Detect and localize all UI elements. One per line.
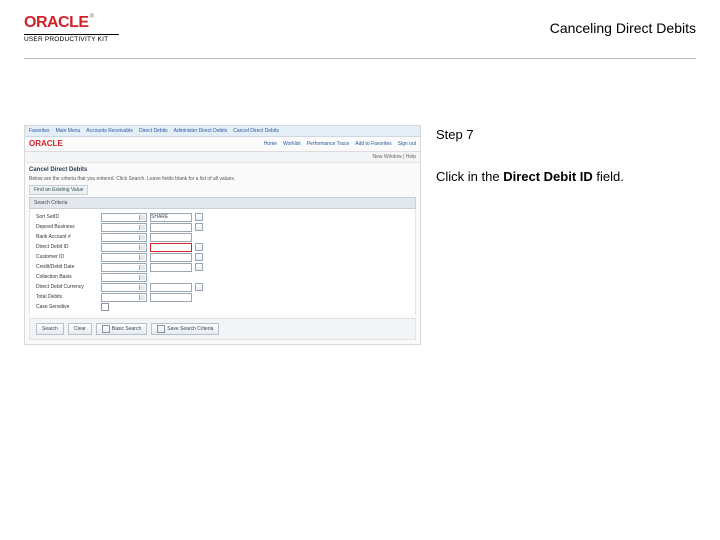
app-page-subtitle: Below are the criteria that you entered.… <box>25 176 420 185</box>
form-row: Credit/Debit Date <box>36 263 409 272</box>
field-label: Credit/Debit Date <box>36 264 98 270</box>
step-label: Step 7 <box>436 125 696 145</box>
nav-item: Favorites <box>29 128 50 134</box>
panel-header: Search Criteria <box>29 197 416 209</box>
logo-trademark: ® <box>90 14 94 20</box>
brand-link: Performance Trace <box>307 141 350 147</box>
nav-item: Direct Debits <box>139 128 168 134</box>
form-row: Total Debits <box>36 293 409 302</box>
operator-select[interactable] <box>101 293 147 302</box>
value-input[interactable] <box>150 293 192 302</box>
form-row: Customer ID <box>36 253 409 262</box>
tab-find-existing: Find an Existing Value <box>29 185 88 195</box>
brand-link: Sign out <box>398 141 416 147</box>
page-title: Canceling Direct Debits <box>550 20 696 36</box>
form-row: Direct Debit ID <box>36 243 409 252</box>
button-row: Search Clear Basic Search Save Search Cr… <box>29 318 416 340</box>
form-row: Bank Account # <box>36 233 409 242</box>
operator-select[interactable] <box>101 243 147 252</box>
util-row: New Window | Help <box>25 152 420 163</box>
form-row: Collection Basis <box>36 273 409 282</box>
operator-select[interactable] <box>101 223 147 232</box>
main-content: Favorites Main Menu Accounts Receivable … <box>24 125 696 345</box>
field-label: Case Sensitive <box>36 304 98 310</box>
nav-item: Cancel Direct Debits <box>233 128 279 134</box>
logo-text: ORACLE <box>24 14 89 31</box>
operator-select[interactable] <box>101 263 147 272</box>
field-label: Total Debits <box>36 294 98 300</box>
header-divider <box>24 58 696 59</box>
lookup-icon[interactable] <box>195 253 203 261</box>
oracle-logo: ORACLE® USER PRODUCTIVITY KIT <box>24 14 144 43</box>
operator-select[interactable] <box>101 253 147 262</box>
nav-bar: Favorites Main Menu Accounts Receivable … <box>25 126 420 137</box>
instruction-pre: Click in the <box>436 169 503 184</box>
value-input[interactable] <box>150 283 192 292</box>
checkbox-icon <box>157 325 165 333</box>
operator-select[interactable] <box>101 283 147 292</box>
lookup-icon[interactable] <box>195 223 203 231</box>
brand-links: Home Worklist Performance Trace Add to F… <box>264 141 416 147</box>
page-header: ORACLE® USER PRODUCTIVITY KIT Canceling … <box>24 14 696 46</box>
logo-subtitle: USER PRODUCTIVITY KIT <box>24 34 119 43</box>
save-search-label: Save Search Criteria <box>167 326 213 332</box>
field-label: Collection Basis <box>36 274 98 280</box>
field-label: Direct Debit ID <box>36 244 98 250</box>
brand-link: Worklist <box>283 141 301 147</box>
lookup-icon[interactable] <box>195 263 203 271</box>
field-label: Customer ID <box>36 254 98 260</box>
value-input[interactable] <box>150 263 192 272</box>
value-input[interactable] <box>150 253 192 262</box>
field-label: Sort SetID <box>36 214 98 220</box>
form-row: Case Sensitive <box>36 303 409 311</box>
field-label: Direct Debit Currency <box>36 284 98 290</box>
instruction-column: Step 7 Click in the Direct Debit ID fiel… <box>424 125 696 186</box>
basic-search-label: Basic Search <box>112 326 141 332</box>
basic-search-button[interactable]: Basic Search <box>96 323 147 335</box>
direct-debit-id-field[interactable] <box>150 243 192 252</box>
nav-item: Administer Direct Debits <box>174 128 228 134</box>
checkbox-icon <box>102 325 110 333</box>
lookup-icon[interactable] <box>195 243 203 251</box>
lookup-icon[interactable] <box>195 213 203 221</box>
instruction-bold: Direct Debit ID <box>503 169 593 184</box>
app-page-title: Cancel Direct Debits <box>25 163 420 176</box>
operator-select[interactable] <box>101 213 147 222</box>
instruction-post: field. <box>593 169 624 184</box>
save-search-button[interactable]: Save Search Criteria <box>151 323 219 335</box>
field-label: Bank Account # <box>36 234 98 240</box>
value-input[interactable] <box>150 223 192 232</box>
nav-item: Main Menu <box>56 128 81 134</box>
brand-link: Home <box>264 141 277 147</box>
lookup-icon[interactable] <box>195 283 203 291</box>
clear-button[interactable]: Clear <box>68 323 92 335</box>
form-row: Sort SetID SHARE <box>36 213 409 222</box>
checkbox[interactable] <box>101 303 109 311</box>
search-button[interactable]: Search <box>36 323 64 335</box>
value-input[interactable] <box>150 233 192 242</box>
form-row: Deposit Business <box>36 223 409 232</box>
operator-select[interactable] <box>101 233 147 242</box>
brand-row: ORACLE Home Worklist Performance Trace A… <box>25 137 420 152</box>
operator-select[interactable] <box>101 273 147 282</box>
nav-item: Accounts Receivable <box>86 128 133 134</box>
value-input[interactable]: SHARE <box>150 213 192 222</box>
instruction-text: Click in the Direct Debit ID field. <box>436 167 696 187</box>
screenshot-column: Favorites Main Menu Accounts Receivable … <box>24 125 424 345</box>
brand-link: Add to Favorites <box>355 141 391 147</box>
app-brand: ORACLE <box>29 139 63 149</box>
form-row: Direct Debit Currency <box>36 283 409 292</box>
field-label: Deposit Business <box>36 224 98 230</box>
search-form: Sort SetID SHARE Deposit Business Bank Acco… <box>29 209 416 315</box>
app-screenshot: Favorites Main Menu Accounts Receivable … <box>24 125 421 345</box>
